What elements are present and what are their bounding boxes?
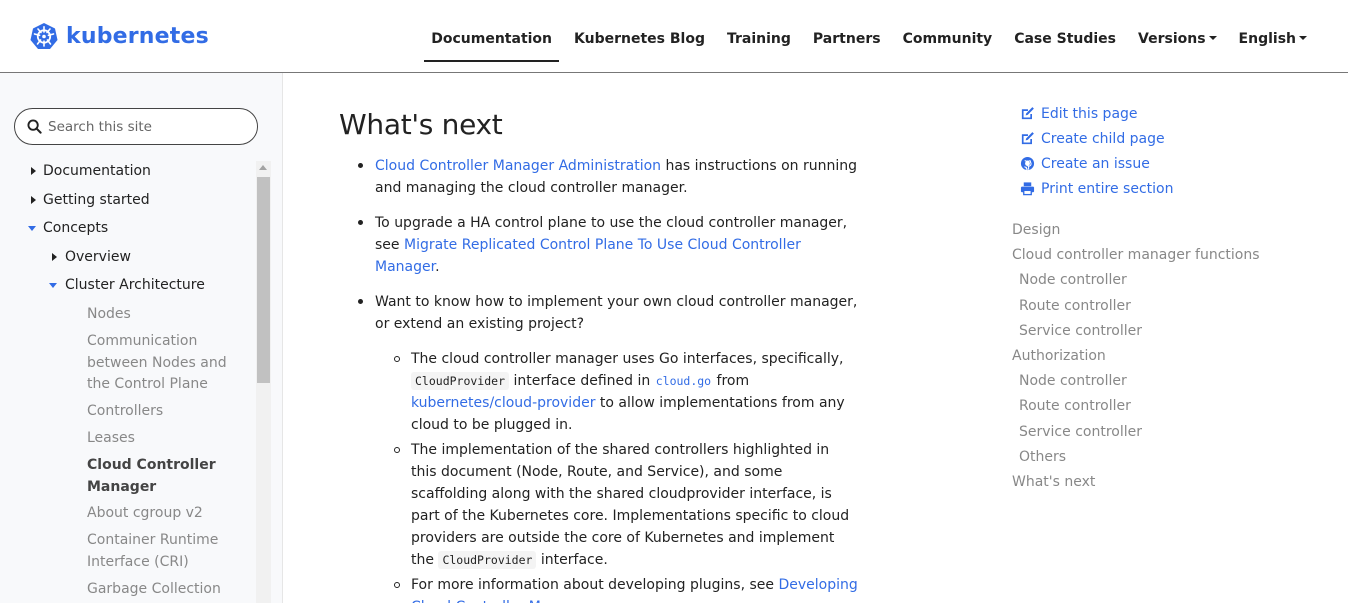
nested-list: The cloud controller manager uses Go int… — [375, 348, 859, 603]
caret-right-icon — [31, 167, 36, 175]
caret-down-icon — [28, 226, 36, 231]
list-item: The cloud controller manager uses Go int… — [375, 348, 859, 436]
list-item: Want to know how to implement your own c… — [339, 291, 859, 603]
logo-text: kubernetes — [66, 23, 209, 49]
tree-item-label: Overview — [65, 249, 131, 265]
toc-others[interactable]: Others — [1012, 445, 1260, 470]
link-ccm-administration[interactable]: Cloud Controller Manager Administration — [375, 158, 661, 174]
caret-right-icon — [31, 196, 36, 204]
caret-down-icon — [1208, 36, 1217, 40]
edit-icon — [1021, 107, 1034, 120]
top-nav: Documentation Kubernetes Blog Training P… — [420, 0, 1318, 73]
toc-design[interactable]: Design — [1012, 218, 1260, 243]
nav-versions-dropdown[interactable]: Versions — [1127, 0, 1228, 62]
nav-language-label: English — [1238, 31, 1296, 47]
page-actions: Edit this page Create child page Create … — [1020, 101, 1173, 201]
sidebar-item-leases[interactable]: Leases — [87, 428, 247, 450]
nav-documentation[interactable]: Documentation — [424, 0, 560, 62]
list-text: . — [435, 259, 440, 275]
toc-auth-service-controller[interactable]: Service controller — [1012, 420, 1260, 445]
nav-training[interactable]: Training — [716, 0, 802, 62]
tree-item-label: Cluster Architecture — [65, 277, 205, 293]
tree-item-cluster-architecture[interactable]: Cluster Architecture — [49, 277, 205, 293]
print-icon — [1020, 182, 1035, 196]
nav-kubernetes-blog[interactable]: Kubernetes Blog — [563, 0, 716, 62]
sidebar-item-about-cgroup-v2[interactable]: About cgroup v2 — [87, 503, 247, 525]
toc-route-controller[interactable]: Route controller — [1012, 294, 1260, 319]
search-icon — [27, 119, 42, 134]
toc-auth-route-controller[interactable]: Route controller — [1012, 394, 1260, 419]
sidebar-item-nodes[interactable]: Nodes — [87, 304, 247, 326]
list-text: from — [712, 373, 750, 389]
toc-service-controller[interactable]: Service controller — [1012, 319, 1260, 344]
list-item: For more information about developing pl… — [375, 574, 859, 603]
table-of-contents: Design Cloud controller manager function… — [1012, 218, 1260, 495]
nav-language-dropdown[interactable]: English — [1228, 0, 1318, 62]
code-cloudprovider: CloudProvider — [438, 551, 537, 569]
sidebar-scrollbar-thumb[interactable] — [257, 177, 270, 383]
sidebar-item-cloud-controller-manager[interactable]: Cloud Controller Manager — [87, 455, 227, 498]
print-entire-section-link[interactable]: Print entire section — [1020, 176, 1173, 201]
tree-item-overview[interactable]: Overview — [49, 249, 131, 265]
main-content: What's next Cloud Controller Manager Adm… — [339, 108, 859, 603]
sidebar-item-garbage-collection[interactable]: Garbage Collection — [87, 579, 247, 601]
nav-community[interactable]: Community — [892, 0, 1004, 62]
caret-down-icon — [49, 283, 57, 288]
nav-case-studies[interactable]: Case Studies — [1003, 0, 1127, 62]
scroll-up-arrow-icon[interactable] — [259, 165, 267, 170]
edit-this-page-link[interactable]: Edit this page — [1020, 101, 1173, 126]
tree-item-label: Getting started — [43, 192, 150, 208]
caret-right-icon — [52, 253, 57, 261]
list-text: The implementation of the shared control… — [411, 442, 850, 568]
tree-item-getting-started[interactable]: Getting started — [28, 192, 150, 208]
list-text: Want to know how to implement your own c… — [375, 294, 858, 332]
list-text: interface. — [536, 552, 608, 568]
sidebar: Documentation Getting started Concepts O… — [0, 73, 283, 603]
create-an-issue-link[interactable]: Create an issue — [1020, 151, 1173, 176]
sidebar-item-controllers[interactable]: Controllers — [87, 401, 247, 423]
list-text: For more information about developing pl… — [411, 577, 779, 593]
caret-down-icon — [1299, 36, 1307, 40]
action-label: Print entire section — [1041, 180, 1174, 197]
tree-item-label: Documentation — [43, 163, 151, 179]
list-text: . — [589, 599, 593, 603]
action-label: Create child page — [1041, 130, 1165, 147]
toc-whats-next[interactable]: What's next — [1012, 470, 1260, 495]
edit-icon — [1021, 132, 1034, 145]
site-header: kubernetes Documentation Kubernetes Blog… — [0, 0, 1348, 73]
kubernetes-logo[interactable]: kubernetes — [30, 22, 209, 50]
list-item: The implementation of the shared control… — [375, 439, 859, 571]
github-icon — [1020, 156, 1035, 171]
sidebar-item-communication[interactable]: Communication between Nodes and the Cont… — [87, 331, 247, 396]
list-item: Cloud Controller Manager Administration … — [339, 155, 859, 199]
whats-next-list: Cloud Controller Manager Administration … — [339, 155, 859, 603]
toc-node-controller[interactable]: Node controller — [1012, 268, 1260, 293]
kubernetes-helm-icon — [30, 23, 58, 49]
search-input[interactable] — [48, 118, 238, 135]
nav-partners[interactable]: Partners — [802, 0, 892, 62]
search-box[interactable] — [14, 108, 258, 145]
tree-item-concepts[interactable]: Concepts — [28, 220, 108, 236]
link-kubernetes-cloud-provider[interactable]: kubernetes/cloud-provider — [411, 395, 595, 411]
nav-versions-label: Versions — [1138, 31, 1206, 47]
link-cloud-go[interactable]: cloud.go — [655, 374, 712, 388]
toc-auth-node-controller[interactable]: Node controller — [1012, 369, 1260, 394]
create-child-page-link[interactable]: Create child page — [1020, 126, 1173, 151]
section-heading: What's next — [339, 108, 503, 141]
list-text: The cloud controller manager uses Go int… — [411, 351, 844, 367]
action-label: Create an issue — [1041, 155, 1150, 172]
tree-item-label: Concepts — [43, 220, 109, 236]
tree-item-documentation[interactable]: Documentation — [28, 163, 151, 179]
list-text: interface defined in — [509, 373, 655, 389]
sidebar-item-cri[interactable]: Container Runtime Interface (CRI) — [87, 530, 237, 573]
code-cloudprovider: CloudProvider — [411, 372, 510, 390]
toc-ccm-functions[interactable]: Cloud controller manager functions — [1012, 243, 1260, 268]
action-label: Edit this page — [1041, 105, 1138, 122]
toc-authorization[interactable]: Authorization — [1012, 344, 1260, 369]
list-item: To upgrade a HA control plane to use the… — [339, 212, 859, 278]
